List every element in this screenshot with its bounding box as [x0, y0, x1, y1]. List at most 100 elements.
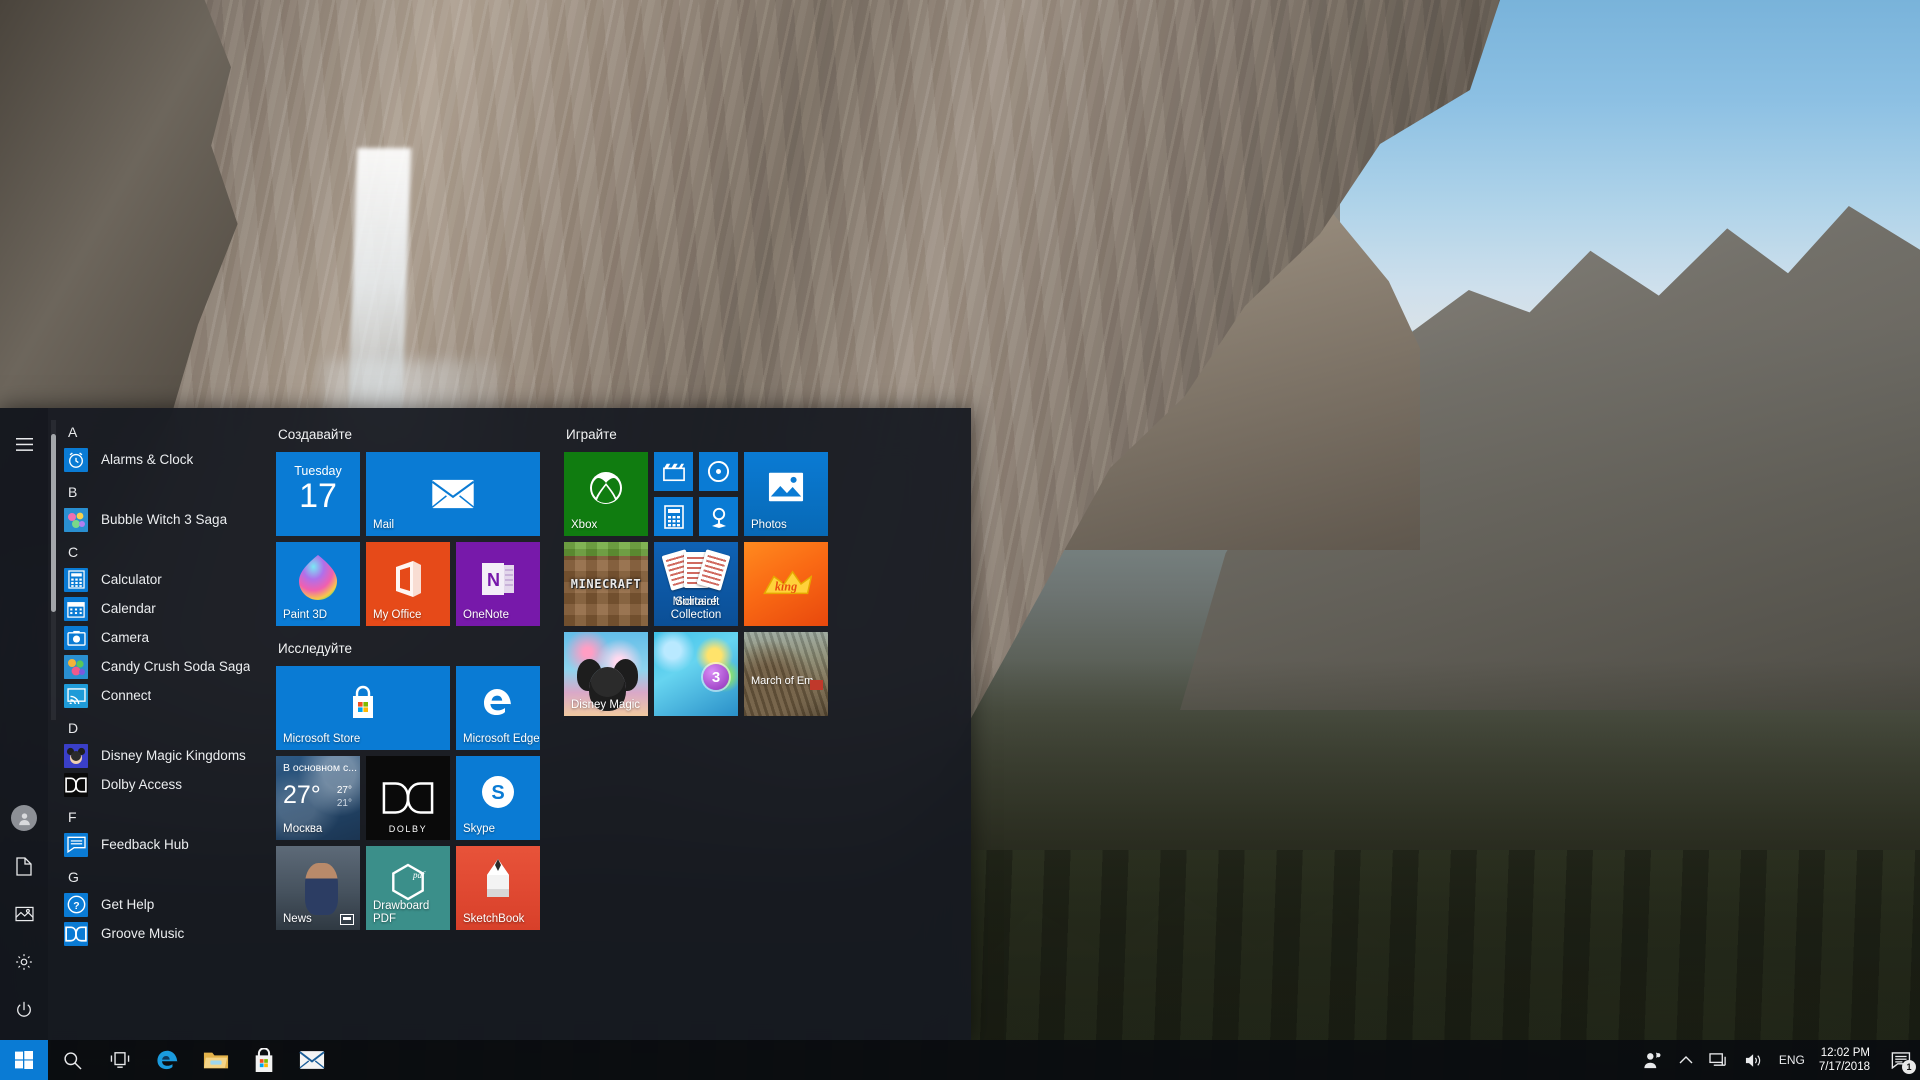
- groove-music-icon: [64, 921, 88, 946]
- app-list-item[interactable]: ? Get Help: [48, 890, 260, 919]
- app-list[interactable]: A Alarms & Clock B Bubble Witch 3 Saga C Calc…: [48, 408, 260, 1040]
- sketchbook-tile-label: SketchBook: [463, 913, 525, 925]
- microsoft-store-tile[interactable]: Microsoft Store: [276, 666, 450, 750]
- minecraft-wordmark: MINECRAFT: [570, 577, 642, 591]
- tile-group-title[interactable]: Создавайте: [278, 426, 542, 444]
- settings-icon[interactable]: [0, 938, 48, 986]
- app-list-item-label: Calculator: [101, 571, 162, 587]
- drawboard-pdf-tile[interactable]: pdf Drawboard PDF: [366, 846, 450, 930]
- march-of-empires-tile[interactable]: March of Em: [744, 632, 828, 716]
- dolby-tile[interactable]: DOLBY: [366, 756, 450, 840]
- app-list-item-label: Dolby Access: [101, 776, 183, 792]
- weather-low: 21°: [336, 798, 352, 809]
- news-tile[interactable]: News: [276, 846, 360, 930]
- weather-high: 27°: [336, 785, 352, 796]
- app-list-item[interactable]: Camera: [48, 623, 260, 652]
- bubble-witch-tile[interactable]: [654, 632, 738, 716]
- start-button[interactable]: [0, 1040, 48, 1080]
- maps-tile[interactable]: [699, 497, 738, 536]
- onenote-tile[interactable]: N OneNote: [456, 542, 540, 626]
- mail-tile[interactable]: Mail: [366, 452, 540, 536]
- skype-tile[interactable]: S Skype: [456, 756, 540, 840]
- tile-group-title[interactable]: Играйте: [566, 426, 830, 444]
- app-list-item[interactable]: Calendar: [48, 594, 260, 623]
- tile-group-title[interactable]: Исследуйте: [278, 640, 542, 658]
- disney-magic-tile-label: Disney Magic: [571, 699, 641, 711]
- camera-icon: [64, 625, 88, 650]
- photos-tile[interactable]: Photos: [744, 452, 828, 536]
- taskbar[interactable]: ENG 12:02 PM 7/17/2018 1: [0, 1040, 1920, 1080]
- calendar-icon: [64, 596, 88, 621]
- app-list-item[interactable]: Feedback Hub: [48, 830, 260, 859]
- march-of-empires-tile-label: March of Em: [751, 675, 814, 687]
- people-icon[interactable]: [1635, 1040, 1671, 1080]
- mail-icon[interactable]: [288, 1040, 336, 1080]
- my-office-tile-label: My Office: [373, 609, 422, 621]
- search-icon[interactable]: [48, 1040, 96, 1080]
- tile-group-play: Играйте Xbox Photos MINECRAFT Microsoft …: [564, 426, 830, 716]
- king-tile[interactable]: king: [744, 542, 828, 626]
- app-list-item-label: Candy Crush Soda Saga: [101, 658, 251, 674]
- app-list-scrollbar[interactable]: [51, 434, 56, 612]
- calendar-tile[interactable]: Tuesday 17: [276, 452, 360, 536]
- app-list-item-label: Camera: [101, 629, 150, 645]
- documents-icon[interactable]: [0, 842, 48, 890]
- notifications-icon[interactable]: 1: [1882, 1040, 1920, 1080]
- file-explorer-icon[interactable]: [192, 1040, 240, 1080]
- calendar-tile-date: 17: [299, 477, 337, 515]
- app-list-item[interactable]: Connect: [48, 681, 260, 710]
- feedback-hub-icon: [64, 832, 88, 857]
- groove-music-tile[interactable]: [699, 452, 738, 491]
- app-list-group-letter[interactable]: F: [48, 799, 260, 830]
- task-view-icon[interactable]: [96, 1040, 144, 1080]
- chevron-up-icon[interactable]: [1671, 1040, 1701, 1080]
- app-list-item-label: Connect: [101, 687, 152, 703]
- app-list-item[interactable]: Dolby Access: [48, 770, 260, 799]
- paint3d-tile-label: Paint 3D: [283, 609, 328, 621]
- app-list-group-letter[interactable]: A: [48, 414, 260, 445]
- app-list-group-letter[interactable]: D: [48, 710, 260, 741]
- avatar: [11, 805, 37, 831]
- app-list-group-letter[interactable]: C: [48, 534, 260, 565]
- app-list-item-label: Alarms & Clock: [101, 451, 194, 467]
- my-office-tile[interactable]: My Office: [366, 542, 450, 626]
- system-tray: ENG 12:02 PM 7/17/2018 1: [1635, 1040, 1920, 1080]
- app-list-group-letter[interactable]: G: [48, 859, 260, 890]
- network-icon[interactable]: [1701, 1040, 1736, 1080]
- power-icon[interactable]: [0, 986, 48, 1034]
- xbox-tile[interactable]: Xbox: [564, 452, 648, 536]
- march-badge-icon: [810, 680, 823, 690]
- microsoft-edge-tile-label: Microsoft Edge: [463, 733, 540, 745]
- microsoft-edge-icon[interactable]: [144, 1040, 192, 1080]
- app-list-item[interactable]: Bubble Witch 3 Saga: [48, 505, 260, 534]
- calculator-tile[interactable]: [654, 497, 693, 536]
- pictures-icon[interactable]: [0, 890, 48, 938]
- start-menu[interactable]: A Alarms & Clock B Bubble Witch 3 Saga C Calc…: [0, 408, 971, 1040]
- app-list-group-letter[interactable]: B: [48, 474, 260, 505]
- weather-temperature: 27°: [283, 781, 321, 809]
- sketchbook-tile[interactable]: SketchBook: [456, 846, 540, 930]
- solitaire-tile-label-line2: Solitaire Collection: [670, 596, 722, 621]
- app-list-item[interactable]: Groove Music: [48, 919, 260, 948]
- hamburger-icon[interactable]: [0, 420, 48, 468]
- user-account-icon[interactable]: [0, 794, 48, 842]
- app-list-item[interactable]: Candy Crush Soda Saga: [48, 652, 260, 681]
- app-list-item-label: Calendar: [101, 600, 156, 616]
- minecraft-tile[interactable]: MINECRAFT: [564, 542, 648, 626]
- app-list-item[interactable]: Alarms & Clock: [48, 445, 260, 474]
- app-list-item[interactable]: Calculator: [48, 565, 260, 594]
- weather-tile[interactable]: В основном с... 27° 27° 21° Москва: [276, 756, 360, 840]
- disney-magic-tile[interactable]: Disney Magic: [564, 632, 648, 716]
- microsoft-store-icon[interactable]: [240, 1040, 288, 1080]
- svg-text:?: ?: [73, 901, 79, 912]
- bubble-witch-icon: [64, 507, 88, 532]
- language-indicator[interactable]: ENG: [1771, 1040, 1813, 1080]
- volume-icon[interactable]: [1736, 1040, 1771, 1080]
- movies-tv-tile[interactable]: [654, 452, 693, 491]
- clock[interactable]: 12:02 PM 7/17/2018: [1813, 1040, 1882, 1080]
- svg-text:king: king: [775, 580, 797, 594]
- paint3d-tile[interactable]: Paint 3D: [276, 542, 360, 626]
- microsoft-edge-tile[interactable]: Microsoft Edge: [456, 666, 540, 750]
- solitaire-tile[interactable]: Microsoft Solitaire Collection: [654, 542, 738, 626]
- app-list-item[interactable]: Disney Magic Kingdoms: [48, 741, 260, 770]
